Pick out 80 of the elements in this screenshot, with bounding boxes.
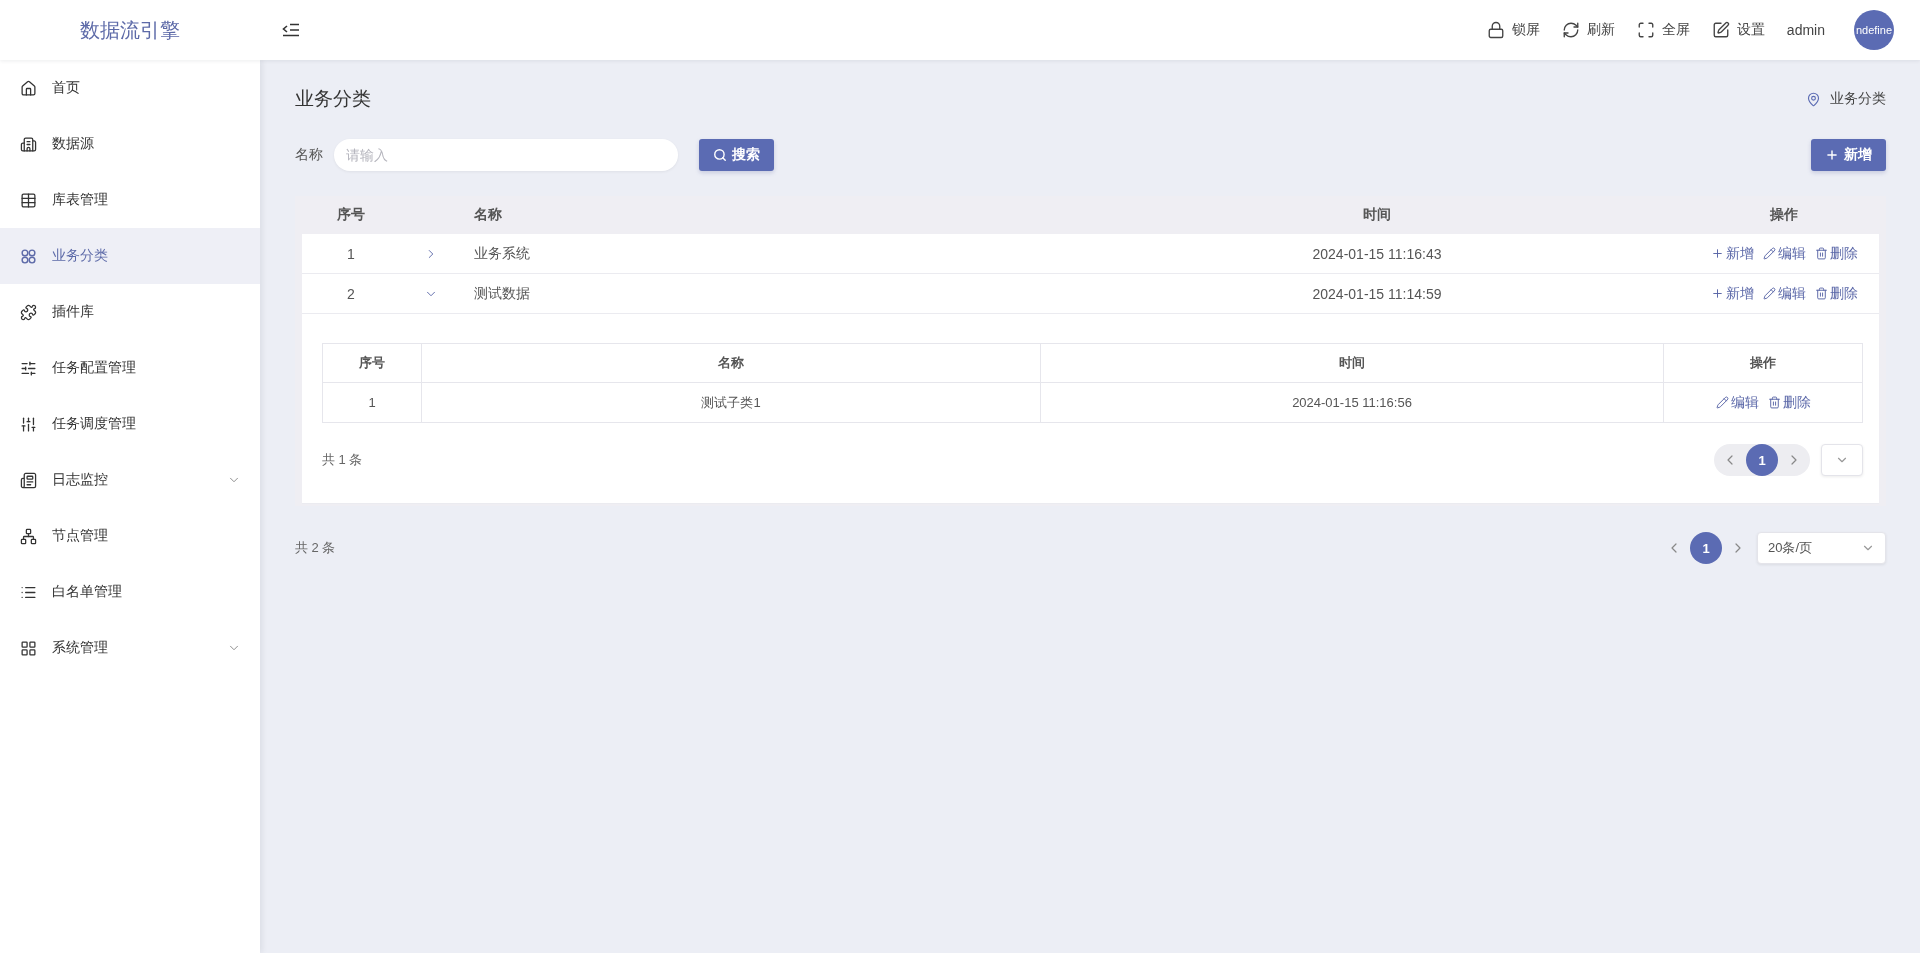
page-button[interactable]: 1 [1690,532,1722,564]
sidebar-item[interactable]: 插件库 [0,284,260,340]
table-cell-text: 测试数据 [473,284,530,303]
lock-icon [1486,21,1505,39]
page-size-select[interactable]: 20条/页 [1757,532,1886,564]
four-circles-icon [20,247,37,265]
sliders-icon [20,359,37,377]
pencil-icon [1762,287,1776,300]
delete-link[interactable]: 删除 [1814,244,1858,263]
table-cell: 2024-01-15 11:14:59 [1312,285,1442,302]
trash-icon [1814,247,1828,260]
menu-collapse-icon[interactable] [282,23,300,37]
table-cell: 1 [347,245,355,262]
refresh-icon [1561,21,1580,39]
sidebar-item[interactable]: 业务分类 [0,228,260,284]
page-title: 业务分类 [295,87,371,111]
sidebar-item[interactable]: 任务调度管理 [0,396,260,452]
refresh-button[interactable]: 刷新 [1561,18,1615,42]
edit-link[interactable]: 编辑 [1762,244,1806,263]
table-icon [20,191,37,209]
sidebar-item[interactable]: 库表管理 [0,172,260,228]
lock-screen-button[interactable]: 锁屏 [1486,18,1540,42]
delete-link[interactable]: 删除 [1814,284,1858,303]
table-cell: 2024-01-15 11:16:56 [1292,395,1412,410]
sidebar-item[interactable]: 数据源 [0,116,260,172]
field-label: 名称 [295,146,323,164]
hierarchy-icon [20,527,37,545]
plus-icon [1825,148,1839,162]
add-link[interactable]: 新增 [1710,284,1754,303]
name-input[interactable]: 请输入 [334,139,678,171]
column-header: 序号 [337,206,365,224]
column-header: 名称 [718,354,744,372]
table-cell-text: 业务系统 [473,244,530,263]
total-count: 共 2 条 [295,539,336,557]
total-count: 共 1 条 [322,451,363,469]
sidebar-item[interactable]: 日志监控 [0,452,260,508]
sidebar-item[interactable]: 首页 [0,60,260,116]
sidebar-item[interactable]: 系统管理 [0,620,260,676]
column-header: 时间 [1339,354,1365,372]
plus-icon [1710,287,1724,300]
settings-button[interactable]: 设置 [1711,18,1765,42]
fullscreen-button[interactable]: 全屏 [1636,18,1690,42]
search-icon [713,148,727,162]
table-cell: 2 [347,285,355,302]
column-header: 名称 [473,206,502,224]
pencil-icon [1762,247,1776,260]
building-icon [20,135,37,153]
table-cell: 1 [368,395,376,410]
table-cell: 测试子类1 [701,393,761,412]
sidebar-item[interactable]: 节点管理 [0,508,260,564]
pencil-icon [1715,396,1729,409]
column-header: 时间 [1363,206,1391,224]
add-button[interactable]: 新增 [1811,139,1886,171]
vertical-sliders-icon [20,415,37,433]
user-avatar[interactable]: ndefine [1854,10,1894,50]
sidebar-item[interactable]: 白名单管理 [0,564,260,620]
pen-square-icon [1711,21,1730,39]
sidebar-item[interactable]: 任务配置管理 [0,340,260,396]
app-title: 数据流引擎 [80,17,180,43]
add-link[interactable]: 新增 [1710,244,1754,263]
fullscreen-icon [1636,21,1655,39]
location-pin-icon [1806,91,1821,107]
plus-icon [1710,247,1724,260]
edit-link[interactable]: 编辑 [1762,284,1806,303]
page-button[interactable]: 1 [1746,444,1778,476]
column-header: 操作 [1750,354,1776,372]
puzzle-icon [20,303,37,321]
edit-link[interactable]: 编辑 [1715,393,1759,412]
home-icon [20,79,37,97]
table-cell: 2024-01-15 11:16:43 [1312,245,1442,262]
trash-icon [1814,287,1828,300]
column-header: 操作 [1770,206,1798,224]
breadcrumb-item[interactable]: 业务分类 [1830,90,1886,108]
grid-icon [20,639,37,657]
search-button[interactable]: 搜索 [699,139,774,171]
document-icon [20,471,37,489]
user-name: admin [1786,22,1825,38]
delete-link[interactable]: 删除 [1767,393,1811,412]
column-header: 序号 [359,354,385,372]
trash-icon [1767,396,1781,409]
